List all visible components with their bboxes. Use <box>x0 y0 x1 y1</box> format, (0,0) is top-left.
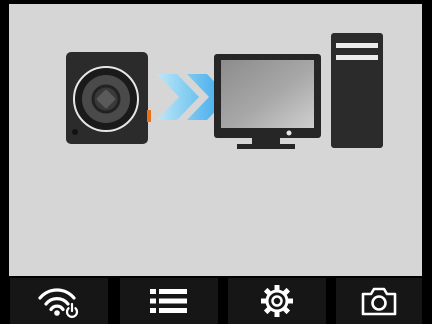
settings-gear-icon <box>261 285 293 317</box>
settings-button[interactable] <box>228 278 326 324</box>
main-screen <box>9 4 422 276</box>
desktop-computer-icon <box>214 33 383 149</box>
camera-icon <box>361 287 397 316</box>
action-camera-icon <box>66 52 151 144</box>
wifi-power-icon <box>38 288 79 318</box>
list-menu-icon <box>150 289 187 313</box>
camera-to-pc-illustration <box>66 33 383 149</box>
file-list-button[interactable] <box>120 278 218 324</box>
wifi-connect-button[interactable] <box>10 278 108 324</box>
bottom-toolbar <box>0 276 432 324</box>
camera-mode-button[interactable] <box>336 278 422 324</box>
